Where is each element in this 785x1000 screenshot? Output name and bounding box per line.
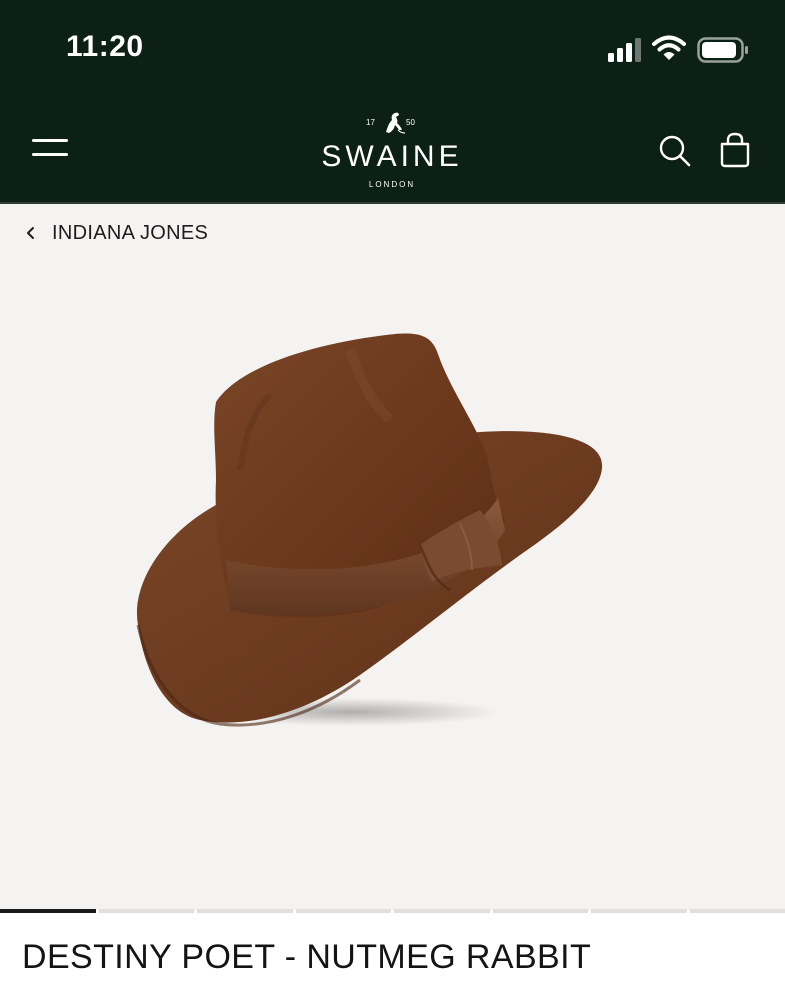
search-button[interactable] bbox=[658, 134, 692, 168]
chevron-left-icon bbox=[27, 227, 34, 239]
logo-subtitle: LONDON bbox=[368, 180, 416, 189]
brand-logo[interactable]: 17 50 SWAINE LONDON bbox=[292, 108, 492, 194]
status-time: 11:20 bbox=[66, 30, 144, 63]
product-title: DESTINY POET - NUTMEG RABBIT bbox=[22, 938, 592, 976]
shopping-bag-icon bbox=[720, 132, 750, 168]
carousel-dot[interactable] bbox=[492, 909, 588, 913]
carousel-dot[interactable] bbox=[197, 909, 293, 913]
status-bar: 11:20 bbox=[0, 0, 785, 100]
product-image[interactable] bbox=[120, 320, 620, 740]
logo-year-left: 17 bbox=[366, 118, 375, 127]
carousel-dot[interactable] bbox=[98, 909, 194, 913]
carousel-dot[interactable] bbox=[295, 909, 391, 913]
search-icon bbox=[659, 135, 691, 167]
logo-wordmark: SWAINE bbox=[321, 140, 463, 173]
shopping-bag-button[interactable] bbox=[718, 132, 752, 168]
wifi-icon bbox=[652, 35, 686, 60]
breadcrumb-label: INDIANA JONES bbox=[52, 221, 209, 244]
menu-button[interactable] bbox=[32, 136, 70, 162]
cellular-signal-icon bbox=[608, 38, 641, 62]
breadcrumb[interactable]: INDIANA JONES bbox=[18, 218, 208, 248]
carousel-indicator[interactable] bbox=[0, 909, 785, 913]
battery-icon bbox=[697, 37, 748, 63]
carousel-dot[interactable] bbox=[591, 909, 687, 913]
carousel-dot[interactable] bbox=[689, 909, 785, 913]
carousel-dot-active[interactable] bbox=[0, 909, 96, 913]
logo-year-right: 50 bbox=[406, 118, 415, 127]
carousel-dot[interactable] bbox=[394, 909, 490, 913]
